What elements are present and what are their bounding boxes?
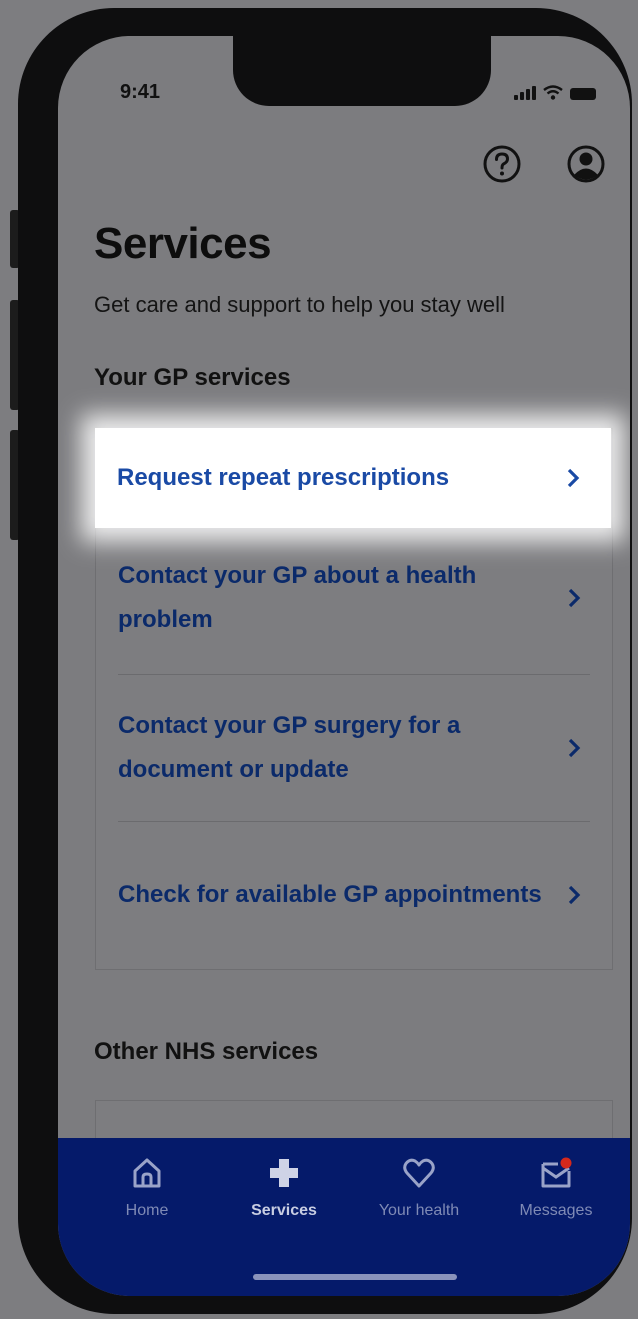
chevron-right-icon bbox=[568, 885, 581, 905]
chevron-right-icon bbox=[568, 738, 581, 758]
list-item-row: Request repeat prescriptions bbox=[95, 428, 611, 528]
battery-icon bbox=[570, 88, 596, 100]
list-item-check-gp-appointments[interactable]: Check for available GP appointments bbox=[96, 822, 612, 968]
tab-messages[interactable]: Messages bbox=[501, 1156, 611, 1220]
screen: 9:41 Services Get care and support to he… bbox=[58, 36, 630, 1296]
account-circle-icon[interactable] bbox=[566, 144, 606, 184]
gp-services-heading: Your GP services bbox=[94, 364, 291, 391]
list-item-label: Contact your GP surgery for a document o… bbox=[118, 712, 461, 783]
plus-icon bbox=[270, 1159, 298, 1187]
notification-badge bbox=[560, 1157, 572, 1169]
wifi-icon bbox=[543, 85, 563, 100]
tab-label: Home bbox=[125, 1202, 169, 1219]
list-item-label: Contact your GP about a health problem bbox=[118, 562, 477, 633]
tab-bar: Home Services Your health Messages bbox=[58, 1138, 630, 1296]
tab-label: Your health bbox=[378, 1202, 460, 1219]
phone-frame: 9:41 Services Get care and support to he… bbox=[18, 8, 632, 1314]
tab-your-health[interactable]: Your health bbox=[364, 1156, 474, 1220]
page-title: Services bbox=[94, 219, 272, 268]
heart-icon bbox=[403, 1158, 435, 1188]
tab-label: Services bbox=[251, 1202, 317, 1219]
other-services-heading: Other NHS services bbox=[94, 1038, 319, 1065]
chevron-right-icon bbox=[567, 468, 580, 488]
list-item-request-repeat-prescriptions[interactable]: Request repeat prescriptions bbox=[95, 428, 611, 528]
home-icon bbox=[133, 1158, 161, 1188]
list-item-label: Request repeat prescriptions bbox=[117, 464, 450, 491]
list-item-label: Check for available GP appointments bbox=[118, 881, 542, 908]
chevron-right-icon bbox=[568, 588, 581, 608]
help-circle-icon[interactable] bbox=[482, 144, 522, 184]
camera-notch bbox=[233, 36, 491, 106]
status-time: 9:41 bbox=[120, 81, 161, 103]
home-indicator bbox=[253, 1274, 457, 1280]
tab-home[interactable]: Home bbox=[92, 1156, 202, 1220]
list-item-contact-gp-surgery-document[interactable]: Contact your GP surgery for a document o… bbox=[96, 675, 612, 821]
signal-icon bbox=[514, 86, 536, 100]
list-item-contact-gp-health-problem[interactable]: Contact your GP about a health problem bbox=[96, 529, 612, 667]
envelope-icon bbox=[541, 1157, 572, 1188]
status-icons bbox=[514, 82, 596, 100]
page-subtitle: Get care and support to help you stay we… bbox=[94, 292, 505, 317]
tab-label: Messages bbox=[519, 1202, 593, 1219]
tab-services[interactable]: Services bbox=[229, 1156, 339, 1220]
